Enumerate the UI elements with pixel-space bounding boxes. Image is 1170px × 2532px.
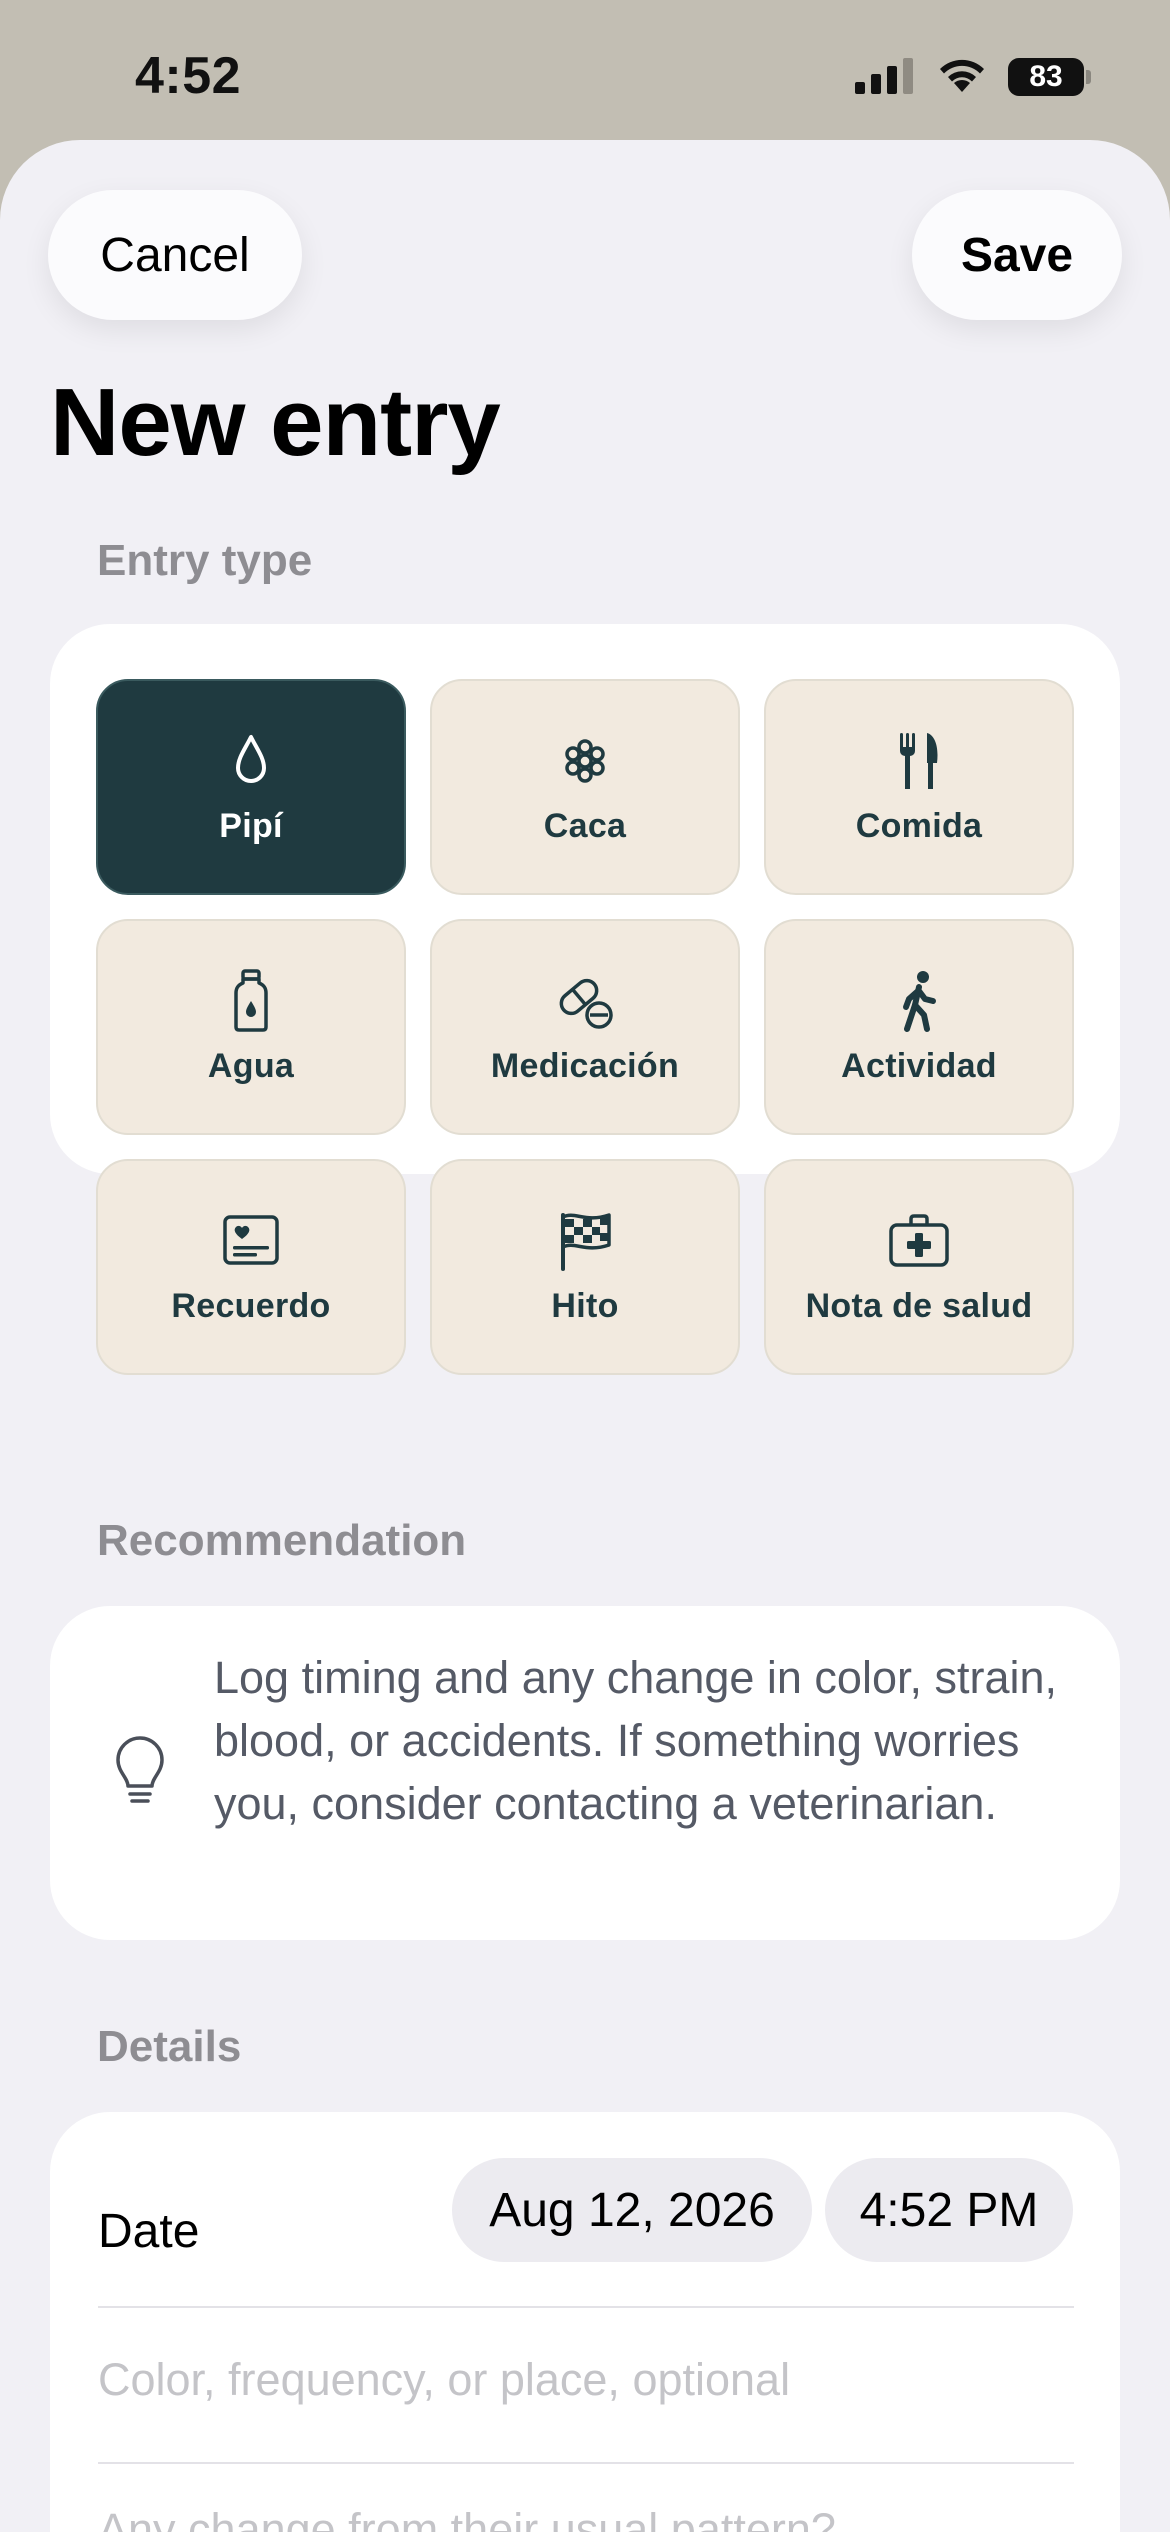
poop-dots-icon	[565, 738, 605, 783]
recommendation-label: Recommendation	[97, 1516, 467, 1565]
entry-type-recuerdo[interactable]: Recuerdo	[96, 1159, 406, 1375]
recommendation-text: Log timing and any change in color, stra…	[214, 1652, 1058, 1829]
entry-type-hito[interactable]: Hito	[430, 1159, 740, 1375]
checkered-flag-icon	[561, 1212, 611, 1271]
cellular-signal-icon	[855, 58, 913, 94]
pills-icon	[559, 978, 613, 1029]
tile-label: Recuerdo	[171, 1286, 331, 1325]
entry-type-card: Pipí Caca Comida Agua Medicación Activid…	[50, 624, 1120, 1375]
entry-type-grid: Pipí Caca Comida Agua Medicación Activid…	[96, 679, 1074, 1375]
color-frequency-field[interactable]	[98, 2340, 1074, 2420]
new-entry-sheet: Cancel Save New entry Entry type Pipí Ca…	[0, 140, 1170, 2532]
entry-type-comida[interactable]: Comida	[764, 679, 1074, 895]
status-bar: 4:52 83	[0, 0, 1170, 140]
lightbulb-icon	[116, 1736, 164, 1803]
date-label: Date	[98, 2205, 200, 2258]
details-label: Details	[97, 2022, 242, 2071]
cancel-button[interactable]: Cancel	[48, 190, 302, 320]
recommendation-card: Log timing and any change in color, stra…	[50, 1606, 1120, 1940]
entry-type-nota-de-salud[interactable]: Nota de salud	[764, 1159, 1074, 1375]
tile-label: Caca	[543, 806, 627, 845]
water-bottle-icon	[234, 968, 268, 1032]
page-title: New entry	[50, 369, 501, 476]
tile-label: Actividad	[841, 1046, 997, 1085]
save-button[interactable]: Save	[912, 190, 1122, 320]
entry-type-pipi[interactable]: Pipí	[96, 679, 406, 895]
time-picker[interactable]: 4:52 PM	[825, 2158, 1073, 2262]
tile-label: Medicación	[490, 1046, 680, 1085]
tile-label: Hito	[551, 1286, 619, 1325]
tile-label: Nota de salud	[805, 1286, 1033, 1325]
entry-type-actividad[interactable]: Actividad	[764, 919, 1074, 1135]
memory-card-heart-icon	[223, 1214, 279, 1265]
droplet-icon	[236, 734, 266, 783]
tile-label: Agua	[207, 1046, 295, 1085]
pattern-change-field[interactable]	[98, 2490, 1074, 2532]
entry-type-agua[interactable]: Agua	[96, 919, 406, 1135]
divider	[98, 2306, 1074, 2308]
battery-icon: 83	[1008, 58, 1091, 96]
tile-label: Pipí	[219, 806, 283, 845]
fork-knife-icon	[900, 732, 938, 789]
date-picker[interactable]: Aug 12, 2026	[452, 2158, 812, 2262]
entry-type-label: Entry type	[97, 536, 313, 585]
entry-type-medicacion[interactable]: Medicación	[430, 919, 740, 1135]
entry-type-caca[interactable]: Caca	[430, 679, 740, 895]
details-card: Date Aug 12, 2026 4:52 PM	[50, 2112, 1120, 2532]
status-time: 4:52	[135, 47, 242, 105]
medical-kit-icon	[889, 1213, 949, 1267]
divider	[98, 2462, 1074, 2464]
walking-figure-icon	[903, 970, 936, 1032]
battery-level: 83	[1029, 60, 1063, 93]
tile-label: Comida	[855, 806, 983, 845]
wifi-icon	[940, 59, 984, 92]
